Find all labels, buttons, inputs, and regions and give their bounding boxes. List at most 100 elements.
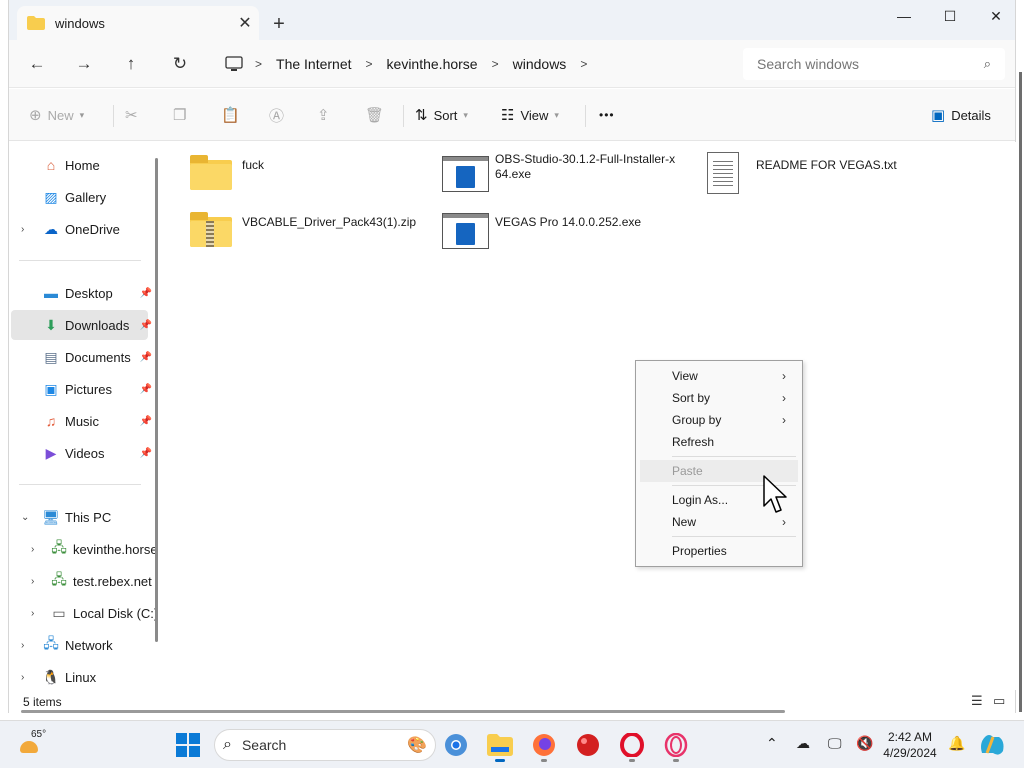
sidebar-item-downloads[interactable]: ⬇ Downloads 📌 xyxy=(11,310,152,340)
view-button[interactable]: ☷ View ▾ xyxy=(501,101,559,129)
clock[interactable]: 2:42 AM 4/29/2024 xyxy=(880,729,940,761)
copilot-button[interactable] xyxy=(976,729,1008,761)
vertical-scrollbar[interactable] xyxy=(1019,72,1022,712)
minimize-button[interactable]: — xyxy=(881,0,927,32)
weather-widget[interactable]: 65° xyxy=(18,727,58,763)
sidebar-item-this-pc[interactable]: ⌄ 🖥 This PC xyxy=(11,502,148,532)
chevron-right-icon[interactable]: > xyxy=(576,57,591,71)
pin-icon[interactable]: 📌 xyxy=(140,288,152,299)
breadcrumb[interactable]: > The Internet > kevinthe.horse > window… xyxy=(213,48,733,80)
up-button[interactable]: ↑ xyxy=(115,50,147,78)
menu-item-label: Paste xyxy=(672,464,703,478)
sidebar-item-linux[interactable]: › 🐧 Linux xyxy=(11,662,148,692)
firefox-app-button[interactable] xyxy=(528,729,560,762)
taskbar-search[interactable]: ⌕ Search 🎨 xyxy=(214,729,436,761)
menu-item-group-by[interactable]: Group by › xyxy=(640,409,798,431)
chevron-right-icon[interactable]: › xyxy=(31,608,34,619)
maximize-button[interactable]: ☐ xyxy=(927,0,973,32)
chevron-up-icon[interactable]: ⌃ xyxy=(766,735,778,752)
chevron-down-icon[interactable]: ⌄ xyxy=(21,512,29,523)
chevron-right-icon[interactable]: > xyxy=(251,57,266,71)
scissors-icon: ✂ xyxy=(125,107,138,124)
chevron-right-icon[interactable]: > xyxy=(362,57,377,71)
search-box[interactable]: ⌕ xyxy=(743,48,1005,80)
share-button[interactable]: ⇪ xyxy=(317,101,336,129)
pin-icon[interactable]: 📌 xyxy=(140,448,152,459)
refresh-button[interactable]: ↻ xyxy=(164,50,196,78)
back-button[interactable]: ← xyxy=(21,50,53,78)
chevron-right-icon[interactable]: › xyxy=(21,224,24,235)
sidebar-item-test-rebex-net[interactable]: › 🖧 test.rebex.net xyxy=(11,566,152,596)
cut-button[interactable]: ✂ xyxy=(125,101,144,129)
search-input[interactable] xyxy=(757,56,984,72)
details-view-icon[interactable]: ☰ xyxy=(971,693,983,709)
cloud-off-icon[interactable]: ☁ xyxy=(796,735,810,752)
delete-button[interactable]: 🗑 xyxy=(365,101,390,129)
sidebar-item-desktop[interactable]: ▬ Desktop 📌 xyxy=(11,278,152,308)
sidebar-item-gallery[interactable]: ▨ Gallery xyxy=(11,182,148,212)
red-ball-app-button[interactable] xyxy=(572,729,604,761)
chevron-right-icon[interactable]: › xyxy=(31,544,34,555)
start-button[interactable] xyxy=(172,729,204,761)
tiles-view-icon[interactable]: ▭ xyxy=(993,693,1005,709)
notification-bell-icon[interactable]: 🔔 xyxy=(948,735,965,752)
monitor-icon[interactable] xyxy=(225,56,243,72)
copy-button[interactable]: ❐ xyxy=(173,101,192,129)
pin-icon[interactable]: 📌 xyxy=(140,416,152,427)
sidebar-item-documents[interactable]: ▤ Documents 📌 xyxy=(11,342,152,372)
forward-button[interactable]: → xyxy=(68,50,100,78)
horizontal-scrollbar[interactable] xyxy=(21,710,785,713)
more-options-button[interactable]: ••• xyxy=(599,101,615,129)
file-explorer-app-button[interactable] xyxy=(484,729,516,762)
breadcrumb-item[interactable]: The Internet xyxy=(266,56,362,72)
opera-gx-app-button[interactable] xyxy=(660,729,692,762)
file-item[interactable]: VBCABLE_Driver_Pack43(1).zip xyxy=(188,207,426,255)
menu-item-sort-by[interactable]: Sort by › xyxy=(640,387,798,409)
chevron-right-icon[interactable]: › xyxy=(21,672,24,683)
downloads-icon: ⬇ xyxy=(45,316,57,333)
chrome-app-button[interactable] xyxy=(440,729,472,761)
chevron-right-icon[interactable]: › xyxy=(31,576,34,587)
file-item[interactable]: VEGAS Pro 14.0.0.252.exe xyxy=(441,207,679,255)
sidebar-scrollbar[interactable] xyxy=(155,158,158,642)
sidebar-item-music[interactable]: ♫ Music 📌 xyxy=(11,406,152,436)
file-list[interactable]: fuck OBS-Studio-30.1.2-Full-Installer-x6… xyxy=(164,142,1017,690)
sidebar-item-home[interactable]: ⌂ Home xyxy=(11,150,148,180)
file-item[interactable]: fuck xyxy=(188,150,426,198)
sidebar-item-pictures[interactable]: ▣ Pictures 📌 xyxy=(11,374,152,404)
tab-windows[interactable]: windows ✕ xyxy=(17,6,259,40)
chevron-right-icon[interactable]: › xyxy=(21,640,24,651)
pin-icon[interactable]: 📌 xyxy=(140,320,152,331)
sidebar-item-kevinthe-horse[interactable]: › 🖧 kevinthe.horse xyxy=(11,534,158,564)
rename-button[interactable]: Ⓐ xyxy=(269,101,290,129)
sidebar-item-network[interactable]: › 🖧 Network xyxy=(11,630,148,660)
sort-button[interactable]: ⇅ Sort ▾ xyxy=(415,101,468,129)
menu-item-view[interactable]: View › xyxy=(640,365,798,387)
folder-icon xyxy=(487,734,513,756)
volume-mute-icon[interactable]: 🔇 xyxy=(856,735,873,752)
breadcrumb-item[interactable]: kevinthe.horse xyxy=(377,56,488,72)
sidebar-item-onedrive[interactable]: › ☁ OneDrive xyxy=(11,214,148,244)
new-tab-button[interactable]: + xyxy=(265,10,293,38)
onedrive-icon: ☁ xyxy=(44,220,58,237)
chevron-right-icon[interactable]: > xyxy=(488,57,503,71)
pin-icon[interactable]: 📌 xyxy=(140,384,152,395)
this-pc-icon: 🖥 xyxy=(42,508,60,525)
sidebar-item-videos[interactable]: ▶ Videos 📌 xyxy=(11,438,152,468)
pin-icon[interactable]: 📌 xyxy=(140,352,152,363)
new-button[interactable]: ⊕ New ▾ xyxy=(29,101,84,129)
details-button[interactable]: ▣ Details xyxy=(931,101,991,129)
menu-item-refresh[interactable]: Refresh xyxy=(640,431,798,453)
display-icon[interactable]: 🖵 xyxy=(828,735,842,752)
file-item[interactable]: OBS-Studio-30.1.2-Full-Installer-x64.exe xyxy=(441,150,679,198)
breadcrumb-item[interactable]: windows xyxy=(503,56,577,72)
opera-app-button[interactable] xyxy=(616,729,648,762)
paste-button[interactable]: 📋 xyxy=(221,101,246,129)
close-window-button[interactable]: ✕ xyxy=(973,0,1019,32)
sidebar-item-local-disk[interactable]: › ▭ Local Disk (C:) xyxy=(11,598,158,628)
file-item[interactable]: README FOR VEGAS.txt xyxy=(702,150,940,198)
search-icon[interactable]: ⌕ xyxy=(984,56,991,72)
close-tab-icon[interactable]: ✕ xyxy=(231,9,259,37)
menu-item-properties[interactable]: Properties xyxy=(640,540,798,562)
navigation-bar: ← → ↑ ↻ > The Internet > kevinthe.horse … xyxy=(9,40,1015,88)
